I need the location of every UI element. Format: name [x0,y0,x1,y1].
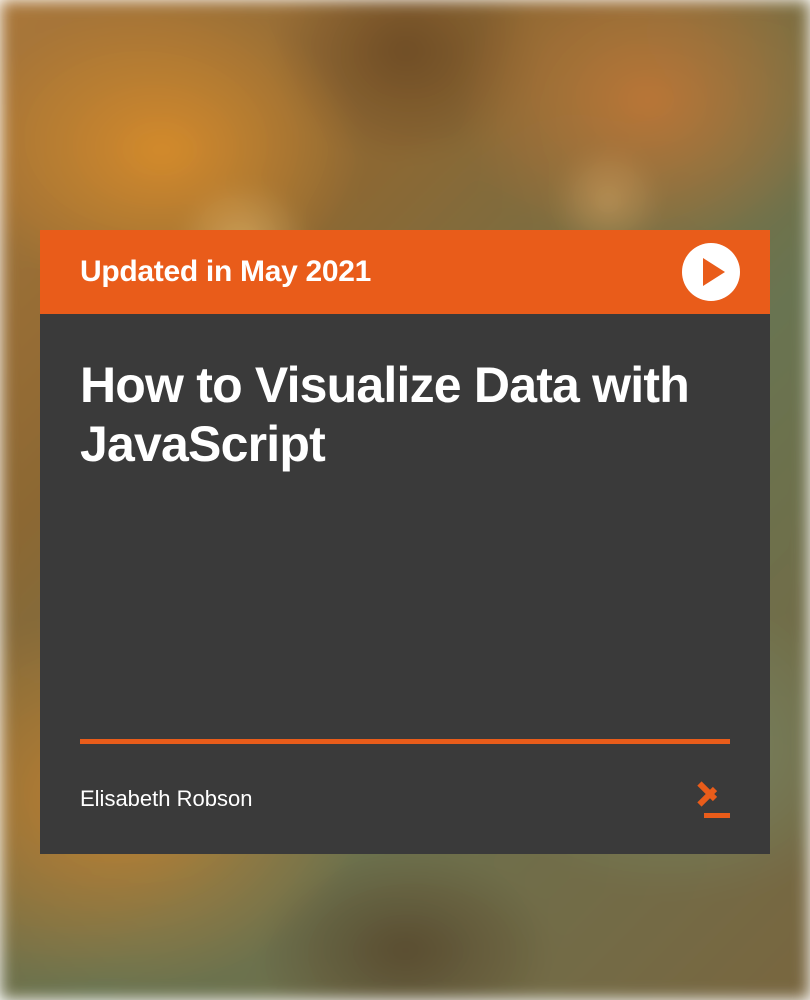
update-banner: Updated in May 2021 [40,230,770,314]
play-button[interactable] [682,243,740,301]
update-label: Updated in May 2021 [80,255,371,289]
chevron-right-icon[interactable] [704,781,730,818]
course-title: How to Visualize Data with JavaScript [80,356,730,474]
course-card: Updated in May 2021 How to Visualize Dat… [40,230,770,854]
play-icon [703,258,725,286]
author-label: Elisabeth Robson [80,786,252,812]
footer-panel: Elisabeth Robson [40,744,770,854]
divider-line [80,739,730,744]
title-panel: How to Visualize Data with JavaScript [40,314,770,744]
